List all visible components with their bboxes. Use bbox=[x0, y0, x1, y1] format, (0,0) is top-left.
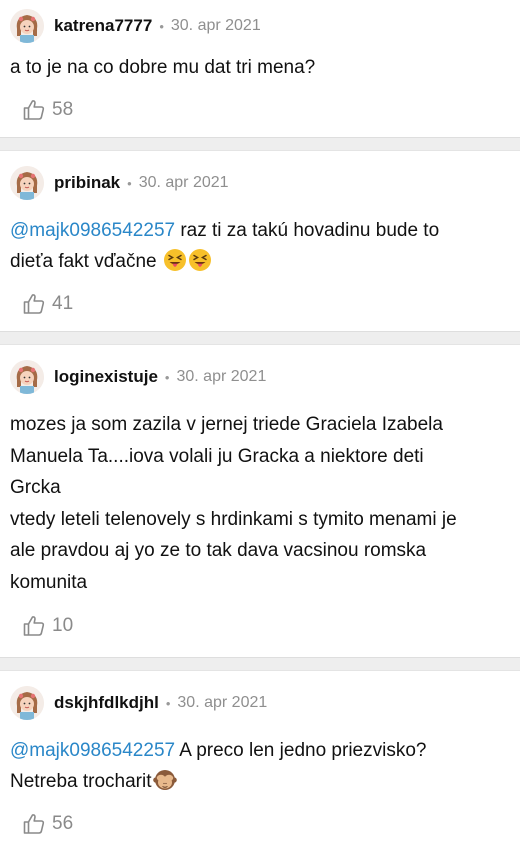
comment-separator bbox=[0, 331, 520, 345]
thumbs-up-icon[interactable] bbox=[22, 292, 46, 316]
comment-date: 30. apr 2021 bbox=[176, 368, 267, 385]
separator-dot: • bbox=[165, 695, 171, 711]
comment-text-fragment: dieťa fakt vďačne bbox=[10, 251, 157, 272]
comment-1: katrena7777 • 30. apr 2021 a to je na co… bbox=[0, 0, 520, 137]
thumbs-up-icon[interactable] bbox=[22, 614, 46, 638]
face-with-tongue-squinting-emoji-icon bbox=[163, 249, 186, 271]
comment-username[interactable]: dskjhfdlkdjhl bbox=[54, 693, 159, 713]
like-area: 58 bbox=[10, 83, 508, 137]
comment-text: @majk0986542257 A preco len jedno priezv… bbox=[10, 735, 508, 797]
comment-text-line: @majk0986542257 raz ti za takú hovadinu … bbox=[10, 215, 502, 246]
thumbs-up-icon[interactable] bbox=[22, 812, 46, 836]
comment-text-fragment: raz ti za takú hovadinu bude to bbox=[175, 220, 440, 241]
avatar-girl-icon[interactable] bbox=[10, 166, 44, 200]
like-count: 56 bbox=[52, 813, 74, 834]
comment-text-line: Netreba trocharit bbox=[10, 766, 502, 797]
comment-text-line: komunita bbox=[10, 571, 88, 593]
comment-text-line: dieťa fakt vďačne bbox=[10, 246, 502, 277]
separator-dot: • bbox=[127, 175, 132, 191]
comment-text-fragment: A preco len jedno priezvisko? bbox=[175, 740, 427, 761]
comment-text-line: Manuela Ta....iova volali ju Gracka a ni… bbox=[10, 445, 424, 467]
comment-text-fragment: Netreba trocharit bbox=[10, 771, 152, 792]
like-count: 58 bbox=[52, 99, 74, 120]
comment-2: pribinak • 30. apr 2021 @majk0986542257 … bbox=[0, 151, 520, 331]
comment-date: 30. apr 2021 bbox=[177, 694, 268, 711]
comment-separator bbox=[0, 137, 520, 151]
like-area: 41 bbox=[10, 277, 508, 331]
comment-username[interactable]: pribinak bbox=[54, 173, 120, 193]
comment-text: a to je na co dobre mu dat tri mena? bbox=[10, 52, 508, 83]
comment-date: 30. apr 2021 bbox=[138, 174, 229, 191]
like-count: 10 bbox=[52, 615, 74, 636]
comment-separator bbox=[0, 657, 520, 671]
comment-text: @majk0986542257 raz ti za takú hovadinu … bbox=[10, 215, 508, 277]
comment-header: katrena7777 • 30. apr 2021 bbox=[10, 0, 508, 52]
comment-text-line: vtedy leteli telenovely s hrdinkami s ty… bbox=[10, 508, 457, 530]
face-with-tongue-squinting-emoji-icon bbox=[188, 249, 211, 271]
avatar-girl-icon[interactable] bbox=[10, 686, 44, 720]
comment-header: pribinak • 30. apr 2021 bbox=[10, 151, 508, 215]
avatar-girl-icon[interactable] bbox=[10, 360, 44, 394]
thumbs-up-icon[interactable] bbox=[22, 98, 46, 122]
user-mention-link[interactable]: @majk0986542257 bbox=[10, 740, 175, 761]
like-area: 56 bbox=[10, 797, 508, 851]
see-no-evil-monkey-emoji-icon bbox=[152, 770, 177, 790]
comment-username[interactable]: katrena7777 bbox=[54, 16, 152, 36]
separator-dot: • bbox=[164, 369, 170, 385]
comment-text: mozes ja som zazila v jernej triede Grac… bbox=[10, 409, 508, 598]
comment-header: loginexistuje • 30. apr 2021 bbox=[10, 345, 508, 409]
comment-4: dskjhfdlkdjhl • 30. apr 2021 @majk098654… bbox=[0, 671, 520, 852]
comment-text-line: a to je na co dobre mu dat tri mena? bbox=[10, 57, 316, 78]
like-area: 10 bbox=[10, 598, 508, 654]
avatar-girl-icon[interactable] bbox=[10, 9, 44, 43]
comment-date: 30. apr 2021 bbox=[170, 17, 261, 34]
comment-username[interactable]: loginexistuje bbox=[54, 367, 158, 387]
comment-text-line: @majk0986542257 A preco len jedno priezv… bbox=[10, 735, 502, 766]
comment-text-line: mozes ja som zazila v jernej triede Grac… bbox=[10, 414, 443, 435]
comment-header: dskjhfdlkdjhl • 30. apr 2021 bbox=[10, 671, 508, 735]
separator-dot: • bbox=[159, 18, 164, 34]
comment-3: loginexistuje • 30. apr 2021 mozes ja so… bbox=[0, 345, 520, 657]
like-count: 41 bbox=[52, 293, 74, 314]
comment-text-line: ale pravdou aj yo ze to tak dava vacsino… bbox=[10, 540, 427, 561]
user-mention-link[interactable]: @majk0986542257 bbox=[10, 220, 175, 241]
comment-text-line: Grcka bbox=[10, 477, 61, 498]
